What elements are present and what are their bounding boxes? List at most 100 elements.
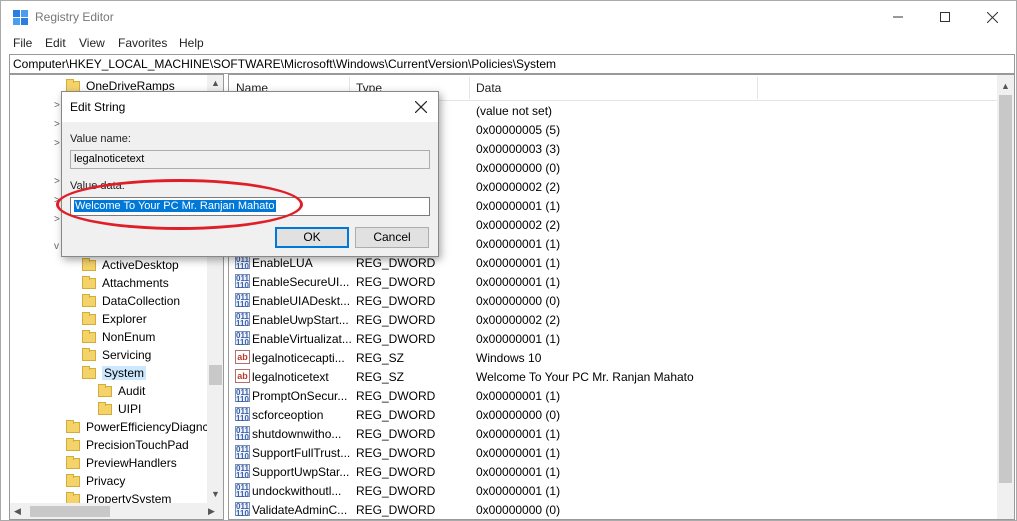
menu-bar: File Edit View Favorites Help xyxy=(1,33,1016,53)
scroll-left-arrow-icon[interactable]: ◀ xyxy=(14,506,21,517)
binary-value-icon: 011 110 xyxy=(235,274,250,290)
value-data-input[interactable]: Welcome To Your PC Mr. Ranjan Mahato xyxy=(70,197,430,216)
row-data: 0x00000000 (0) xyxy=(476,161,561,175)
scroll-up-arrow-icon[interactable]: ▲ xyxy=(211,78,220,88)
tree-item-label: System xyxy=(102,366,147,380)
table-row[interactable]: 011 110 EnableVirtualizat... REG_DWORD 0x00… xyxy=(229,329,997,348)
column-separator[interactable] xyxy=(757,77,758,99)
tree-item[interactable]: System xyxy=(82,364,147,382)
tree-item[interactable]: UIPI xyxy=(98,400,141,418)
folder-icon xyxy=(66,437,80,451)
menu-help[interactable]: Help xyxy=(179,36,204,50)
folder-icon xyxy=(82,257,96,271)
binary-value-icon: 011 110 xyxy=(235,255,250,271)
tree-item[interactable]: ActiveDesktop xyxy=(82,256,179,274)
table-row[interactable]: ab legalnoticecapti... REG_SZ Windows 10 xyxy=(229,348,997,367)
row-data: 0x00000001 (1) xyxy=(476,332,561,346)
row-data: (value not set) xyxy=(476,104,553,118)
table-row[interactable]: 011 110 PromptOnSecur... REG_DWORD 0x000000… xyxy=(229,386,997,405)
close-button[interactable] xyxy=(969,1,1015,33)
maximize-button[interactable] xyxy=(922,1,968,33)
binary-value-icon: 011 110 xyxy=(235,445,250,461)
list-vertical-scrollbar[interactable]: ▲ xyxy=(997,75,1014,519)
table-row[interactable]: 011 110 EnableUIADeskt... REG_DWORD 0x00000… xyxy=(229,291,997,310)
table-row[interactable]: ab legalnoticetext REG_SZ Welcome To Your P… xyxy=(229,367,997,386)
tree-item[interactable]: Audit xyxy=(98,382,145,400)
table-row[interactable]: 011 110 ValidateAdminC... REG_DWORD 0x00000… xyxy=(229,500,997,519)
row-name: EnableUIADeskt... xyxy=(252,294,351,308)
table-row[interactable]: 011 110 scforceoption REG_DWORD 0x00000000 … xyxy=(229,405,997,424)
scroll-right-arrow-icon[interactable]: ▶ xyxy=(208,506,215,517)
scroll-down-arrow-icon[interactable]: ▼ xyxy=(211,489,220,499)
row-data: Welcome To Your PC Mr. Ranjan Mahato xyxy=(476,370,694,384)
tree-scroll-thumb[interactable] xyxy=(209,365,222,385)
tree-item-label: ActiveDesktop xyxy=(102,258,179,272)
row-data: 0x00000001 (1) xyxy=(476,465,561,479)
minimize-icon xyxy=(893,16,903,18)
dialog-title: Edit String xyxy=(70,100,126,114)
binary-value-icon: 011 110 xyxy=(235,388,250,404)
tree-item[interactable]: Privacy xyxy=(66,472,125,490)
tree-item[interactable]: PreviewHandlers xyxy=(66,454,177,472)
scroll-up-arrow-icon[interactable]: ▲ xyxy=(1001,81,1010,91)
list-scroll-thumb[interactable] xyxy=(999,95,1012,483)
row-type: REG_DWORD xyxy=(356,408,436,422)
binary-value-icon: 011 110 xyxy=(235,483,250,499)
tree-item[interactable]: DataCollection xyxy=(82,292,180,310)
row-data: 0x00000001 (1) xyxy=(476,275,561,289)
ok-button[interactable]: OK xyxy=(275,227,349,248)
tree-item[interactable]: Attachments xyxy=(82,274,169,292)
tree-item[interactable]: Explorer xyxy=(82,310,147,328)
title-bar[interactable]: Registry Editor xyxy=(1,1,1016,33)
tree-item-label: NonEnum xyxy=(102,330,156,344)
table-row[interactable]: 011 110 SupportUwpStar... REG_DWORD 0x00000… xyxy=(229,462,997,481)
tree-item[interactable]: Servicing xyxy=(82,346,151,364)
folder-icon xyxy=(82,347,96,361)
row-type: REG_DWORD xyxy=(356,313,436,327)
row-name: EnableVirtualizat... xyxy=(252,332,352,346)
row-data: Windows 10 xyxy=(476,351,542,365)
tree-horizontal-scrollbar[interactable]: ◀ ▶ xyxy=(10,503,223,519)
table-row[interactable]: 011 110 SupportFullTrust... REG_DWORD 0x000… xyxy=(229,443,997,462)
table-row[interactable]: 011 110 undockwithoutl... REG_DWORD 0x00000… xyxy=(229,481,997,500)
menu-favorites[interactable]: Favorites xyxy=(118,36,167,50)
cancel-button[interactable]: Cancel xyxy=(355,227,429,248)
binary-value-icon: 011 110 xyxy=(235,312,250,328)
menu-file[interactable]: File xyxy=(13,36,32,50)
tree-item[interactable]: NonEnum xyxy=(82,328,155,346)
row-data: 0x00000001 (1) xyxy=(476,199,561,213)
folder-icon xyxy=(82,365,96,379)
tree-item[interactable]: PrecisionTouchPad xyxy=(66,436,189,454)
value-name-field: legalnoticetext xyxy=(70,150,430,169)
dialog-title-bar[interactable]: Edit String xyxy=(62,92,438,122)
menu-view[interactable]: View xyxy=(79,36,105,50)
column-separator[interactable] xyxy=(469,77,470,99)
window-title: Registry Editor xyxy=(35,10,114,24)
column-header-data[interactable]: Data xyxy=(476,81,501,95)
tree-item-label: Servicing xyxy=(102,348,152,362)
row-type: REG_DWORD xyxy=(356,503,436,517)
row-type: REG_DWORD xyxy=(356,484,436,498)
menu-edit[interactable]: Edit xyxy=(45,36,66,50)
table-row[interactable]: 011 110 shutdownwitho... REG_DWORD 0x000000… xyxy=(229,424,997,443)
row-data: 0x00000002 (2) xyxy=(476,313,561,327)
folder-icon xyxy=(66,78,80,92)
row-name: PromptOnSecur... xyxy=(252,389,348,403)
folder-icon xyxy=(82,293,96,307)
address-bar[interactable]: Computer\HKEY_LOCAL_MACHINE\SOFTWARE\Mic… xyxy=(9,54,1015,74)
row-data: 0x00000000 (0) xyxy=(476,503,561,517)
row-type: REG_SZ xyxy=(356,351,405,365)
row-name: EnableSecureUI... xyxy=(252,275,350,289)
table-row[interactable]: 011 110 EnableSecureUI... REG_DWORD 0x00000… xyxy=(229,272,997,291)
dialog-close-button[interactable] xyxy=(408,96,434,118)
row-name: undockwithoutl... xyxy=(252,484,342,498)
folder-icon xyxy=(66,455,80,469)
row-type: REG_SZ xyxy=(356,370,405,384)
tree-item[interactable]: PowerEfficiencyDiagnc xyxy=(66,418,209,436)
minimize-button[interactable] xyxy=(875,1,921,33)
selected-value-text[interactable]: Welcome To Your PC Mr. Ranjan Mahato xyxy=(74,200,276,212)
tree-hscroll-thumb[interactable] xyxy=(30,506,110,517)
table-row[interactable]: 011 110 EnableUwpStart... REG_DWORD 0x00000… xyxy=(229,310,997,329)
value-data-label: Value data: xyxy=(70,180,125,192)
row-data: 0x00000005 (5) xyxy=(476,123,561,137)
